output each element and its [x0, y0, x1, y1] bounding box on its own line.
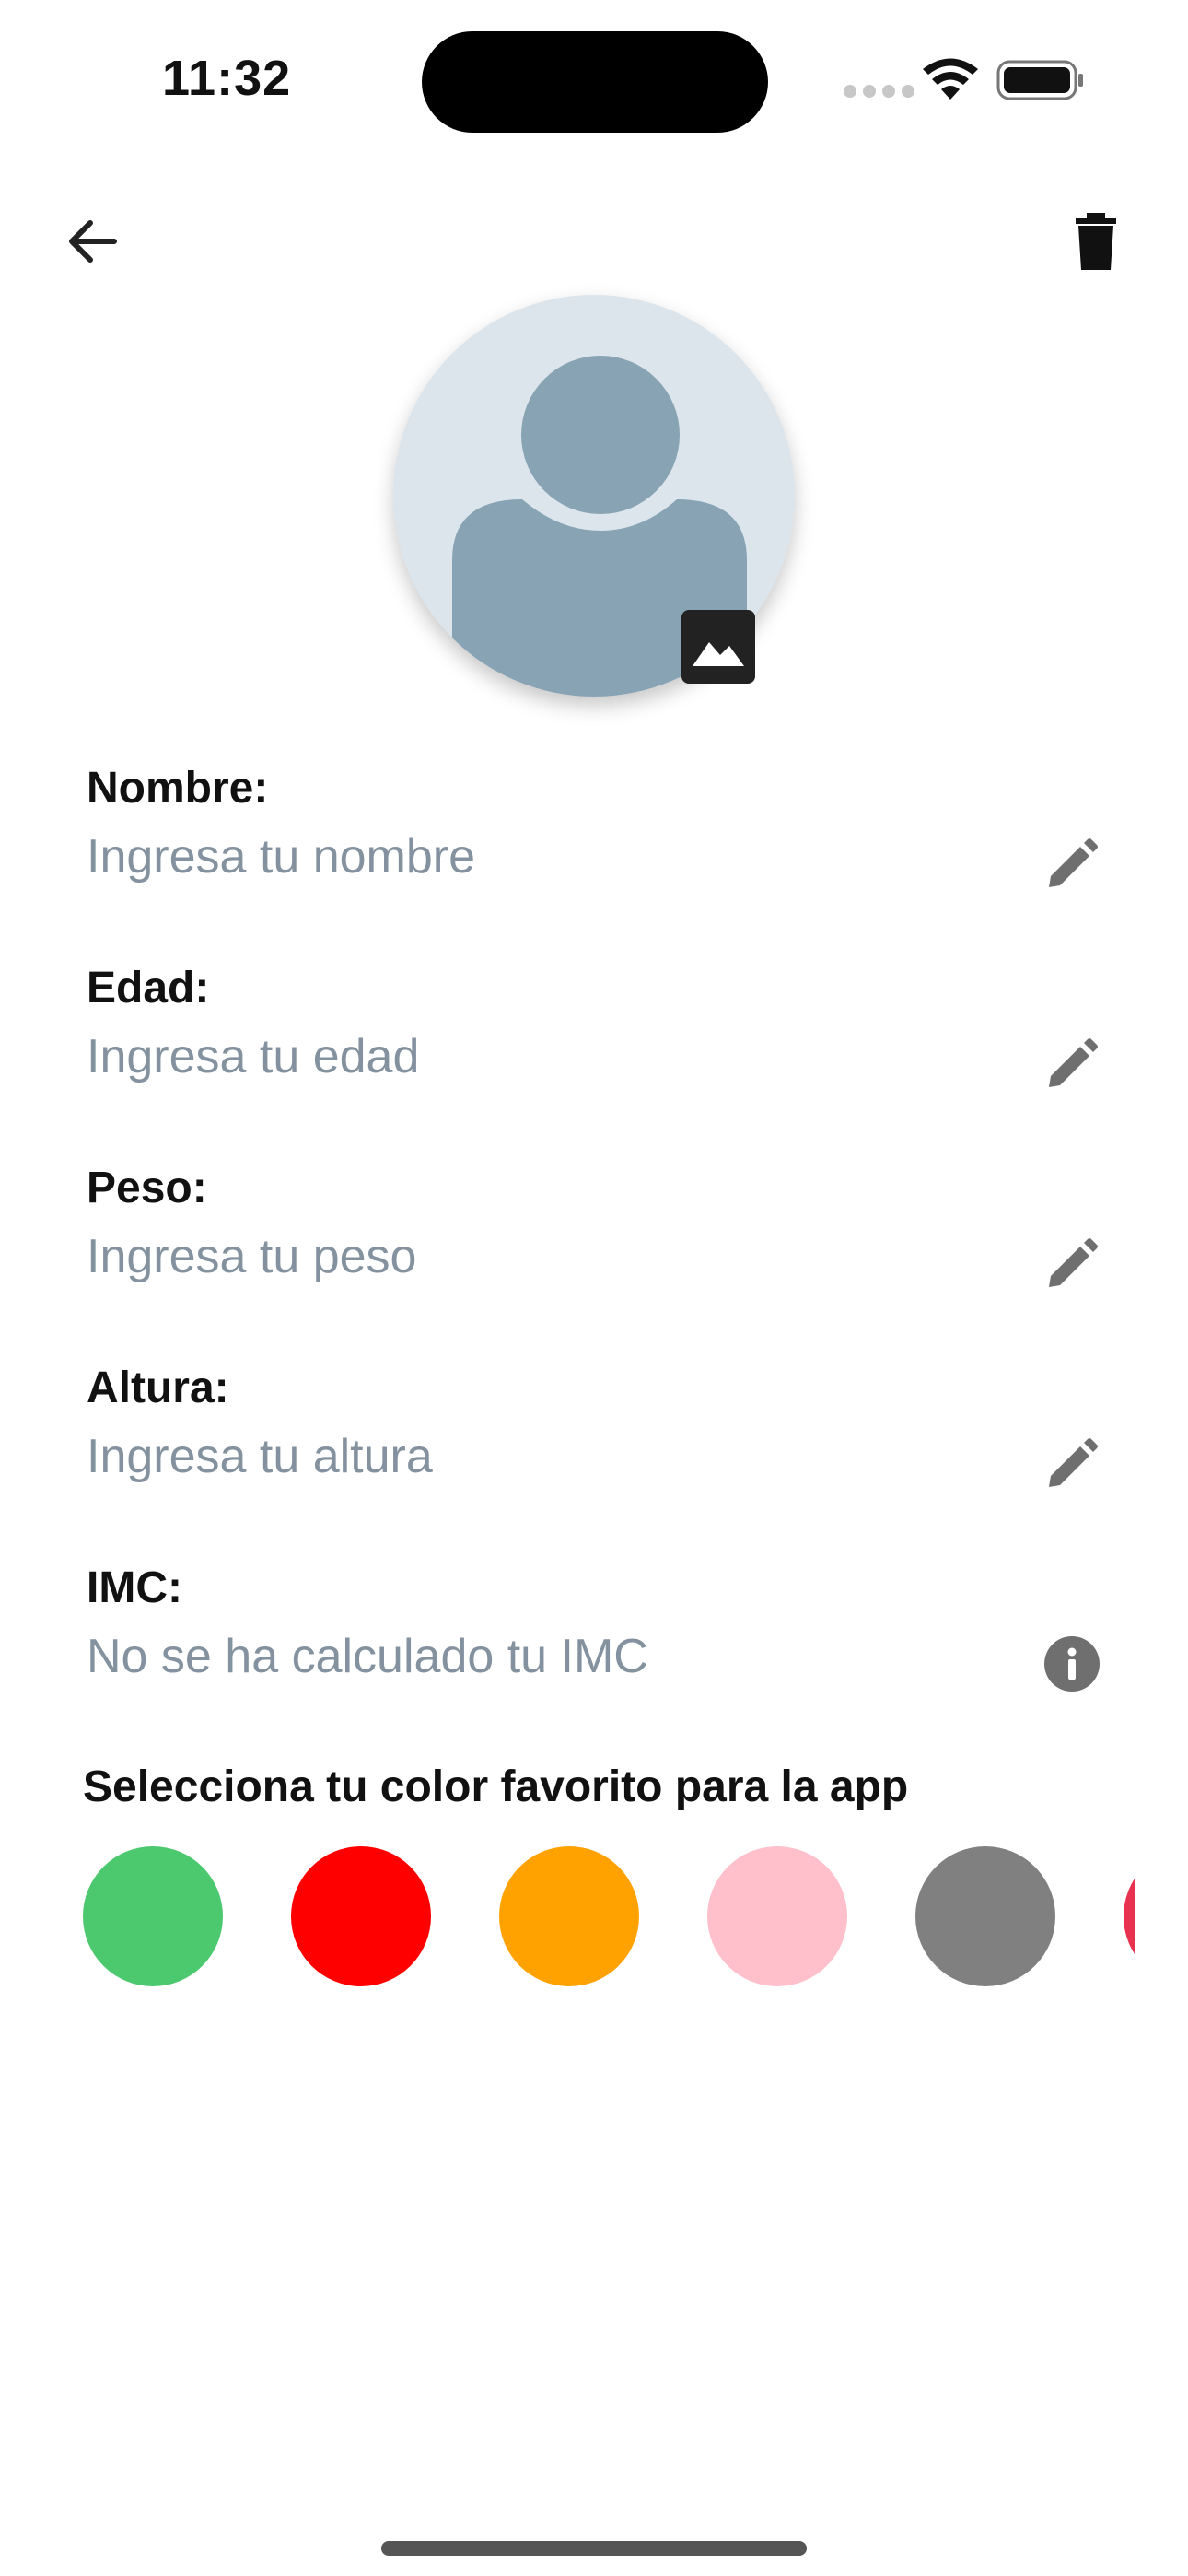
color-section-title: Selecciona tu color favorito para la app [83, 1762, 909, 1811]
color-swatch-green[interactable] [83, 1846, 223, 1986]
color-swatch-orange[interactable] [499, 1846, 639, 1986]
change-photo-button[interactable] [681, 610, 755, 684]
field-imc: IMC: No se ha calculado tu IMC [87, 1563, 1109, 1701]
edit-name-button[interactable] [1035, 827, 1109, 901]
weight-input[interactable]: Ingresa tu peso [87, 1229, 416, 1284]
image-icon [693, 642, 744, 666]
color-swatch-pink[interactable] [707, 1846, 847, 1986]
color-swatch-gray[interactable] [915, 1846, 1055, 1986]
age-input[interactable]: Ingresa tu edad [87, 1029, 419, 1084]
arrow-left-icon [69, 220, 117, 263]
pencil-icon [1049, 1238, 1098, 1287]
edit-height-button[interactable] [1035, 1427, 1109, 1501]
dynamic-island [422, 31, 768, 133]
pencil-icon [1049, 1038, 1098, 1087]
edit-age-button[interactable] [1035, 1027, 1109, 1101]
height-input[interactable]: Ingresa tu altura [87, 1429, 433, 1484]
home-indicator[interactable] [381, 2541, 807, 2556]
trash-icon [1076, 213, 1116, 270]
bmi-info-button[interactable] [1035, 1627, 1109, 1701]
back-button[interactable] [55, 205, 129, 278]
bmi-value: No se ha calculado tu IMC [87, 1630, 648, 1683]
field-peso: Peso: Ingresa tu peso [87, 1163, 1109, 1301]
field-label: Nombre: [87, 764, 269, 813]
field-altura: Altura: Ingresa tu altura [87, 1363, 1109, 1501]
delete-button[interactable] [1059, 205, 1133, 278]
field-label: Peso: [87, 1164, 207, 1212]
field-label: Altura: [87, 1364, 229, 1412]
color-swatch-crimson[interactable] [1124, 1846, 1135, 1986]
cellular-signal-icon [844, 85, 914, 98]
pencil-icon [1049, 838, 1098, 887]
color-picker-row [83, 1846, 1135, 1986]
name-input[interactable]: Ingresa tu nombre [87, 829, 475, 884]
field-nombre: Nombre: Ingresa tu nombre [87, 763, 1109, 901]
profile-screen: 11:32 Nombre: Ingresa tu nombre Edad: In… [0, 0, 1188, 2576]
battery-icon [996, 60, 1083, 100]
info-icon [1044, 1636, 1100, 1692]
edit-weight-button[interactable] [1035, 1227, 1109, 1301]
field-edad: Edad: Ingresa tu edad [87, 963, 1109, 1101]
status-time: 11:32 [162, 51, 292, 106]
field-label: Edad: [87, 964, 210, 1013]
color-swatch-red[interactable] [291, 1846, 431, 1986]
pencil-icon [1049, 1438, 1098, 1487]
wifi-icon [923, 58, 978, 100]
field-label: IMC: [87, 1563, 182, 1612]
